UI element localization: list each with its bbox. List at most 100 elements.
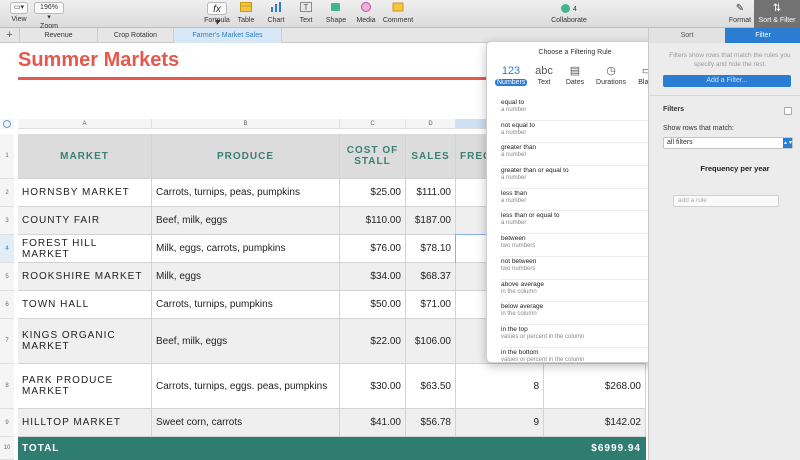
- cost-cell[interactable]: $41.00: [340, 409, 406, 437]
- cost-cell[interactable]: $22.00: [340, 319, 406, 364]
- sales-cell[interactable]: $56.78: [406, 409, 456, 437]
- produce-cell[interactable]: Carrots, turnips, pumpkins: [152, 291, 340, 319]
- column-header-b[interactable]: B: [152, 119, 340, 129]
- sales-cell[interactable]: $68.37: [406, 263, 456, 291]
- row-header[interactable]: 1: [0, 134, 14, 179]
- f-cell[interactable]: $142.02: [544, 409, 646, 437]
- match-select[interactable]: all filters ▲▼: [663, 137, 793, 149]
- tab-filter[interactable]: Filter: [725, 28, 800, 43]
- formula-button[interactable]: fx ▾ Formula: [204, 2, 230, 28]
- market-cell[interactable]: PARK PRODUCE MARKET: [18, 364, 152, 409]
- rule-option[interactable]: in the top values or percent in the colum…: [501, 325, 651, 348]
- row-header[interactable]: 5: [0, 263, 14, 291]
- filters-checkbox[interactable]: [784, 107, 792, 115]
- type-durations[interactable]: ◷ Durations: [593, 64, 629, 86]
- market-cell[interactable]: ROOKSHIRE MARKET: [18, 263, 152, 291]
- zoom-button[interactable]: 196% ▾ Zoom: [34, 2, 64, 30]
- rule-option[interactable]: less than or equal to a number: [501, 211, 651, 235]
- add-sheet-button[interactable]: +: [0, 28, 20, 43]
- frequency-cell[interactable]: 8: [456, 364, 544, 409]
- format-button[interactable]: ✎ Format: [726, 2, 754, 24]
- market-cell[interactable]: HILLTOP MARKET: [18, 409, 152, 437]
- row-header[interactable]: 6: [0, 291, 14, 319]
- rule-option[interactable]: greater than a number: [501, 143, 651, 167]
- chart-button[interactable]: Chart: [264, 2, 288, 24]
- rule-option[interactable]: equal to a number: [501, 98, 651, 121]
- market-cell[interactable]: TOWN HALL: [18, 291, 152, 319]
- media-button[interactable]: Media: [354, 2, 378, 24]
- row-header[interactable]: 7: [0, 319, 14, 364]
- comment-label: Comment: [382, 17, 414, 24]
- rule-option[interactable]: between two numbers: [501, 234, 651, 257]
- table-button[interactable]: Table: [234, 2, 258, 24]
- add-filter-button[interactable]: Add a Filter...: [663, 75, 791, 87]
- column-header-d[interactable]: D: [406, 119, 456, 129]
- type-dates[interactable]: ▤ Dates: [559, 64, 591, 86]
- market-cell[interactable]: FOREST HILL MARKET: [18, 235, 152, 263]
- rule-option[interactable]: not between two numbers: [501, 257, 651, 280]
- header-cell-cost[interactable]: COST OF STALL: [340, 134, 406, 179]
- rule-option[interactable]: below average in the column: [501, 302, 651, 325]
- cost-cell[interactable]: $34.00: [340, 263, 406, 291]
- column-header-c[interactable]: C: [340, 119, 406, 129]
- type-numbers[interactable]: 123 Numbers: [495, 64, 528, 86]
- shape-button[interactable]: Shape: [324, 2, 348, 24]
- view-button[interactable]: ▭▾ View: [8, 2, 30, 23]
- cost-cell[interactable]: $50.00: [340, 291, 406, 319]
- tab-revenue[interactable]: Revenue: [20, 28, 98, 43]
- row-header[interactable]: 3: [0, 207, 14, 235]
- header-cell-produce[interactable]: PRODUCE: [152, 134, 340, 179]
- cost-cell[interactable]: $30.00: [340, 364, 406, 409]
- sales-cell[interactable]: $106.00: [406, 319, 456, 364]
- rule-option[interactable]: in the bottom values or percent in the co…: [501, 348, 651, 363]
- cost-cell[interactable]: $25.00: [340, 179, 406, 207]
- market-cell[interactable]: COUNTY FAIR: [18, 207, 152, 235]
- row-header[interactable]: 8: [0, 364, 14, 409]
- tab-crop-rotation[interactable]: Crop Rotation: [98, 28, 174, 43]
- total-label[interactable]: TOTAL: [18, 437, 152, 460]
- rule-subtitle: a number: [501, 175, 527, 182]
- cost-cell[interactable]: $76.00: [340, 235, 406, 263]
- produce-cell[interactable]: Sweet corn, carrots: [152, 409, 340, 437]
- sales-cell[interactable]: $63.50: [406, 364, 456, 409]
- produce-cell[interactable]: Milk, eggs: [152, 263, 340, 291]
- f-cell[interactable]: $268.00: [544, 364, 646, 409]
- rule-option[interactable]: less than a number: [501, 189, 651, 212]
- sort-filter-button[interactable]: ⇅ Sort & Filter: [754, 0, 800, 28]
- row-header[interactable]: 4: [0, 235, 14, 263]
- text-button[interactable]: T Text: [294, 2, 318, 24]
- match-value: all filters: [667, 139, 693, 146]
- rule-option[interactable]: not equal to a number: [501, 121, 651, 144]
- total-value[interactable]: $6999.94: [544, 437, 646, 460]
- column-header-a[interactable]: A: [18, 119, 152, 129]
- comment-button[interactable]: Comment: [382, 2, 414, 24]
- collaborate-button[interactable]: 4 Collaborate: [548, 2, 590, 24]
- row-header[interactable]: 2: [0, 179, 14, 207]
- market-cell[interactable]: KINGS ORGANIC MARKET: [18, 319, 152, 364]
- produce-cell[interactable]: Carrots, turnips, peas, pumpkins: [152, 179, 340, 207]
- row-header[interactable]: 9: [0, 409, 14, 437]
- rule-subtitle: values or percent in the column: [501, 356, 585, 363]
- sales-cell[interactable]: $71.00: [406, 291, 456, 319]
- header-cell-market[interactable]: MARKET: [18, 134, 152, 179]
- produce-cell[interactable]: Milk, eggs, carrots, pumpkins: [152, 235, 340, 263]
- sales-cell[interactable]: $111.00: [406, 179, 456, 207]
- produce-cell[interactable]: Beef, milk, eggs: [152, 207, 340, 235]
- tab-sort[interactable]: Sort: [649, 28, 725, 43]
- tab-farmers-market-sales[interactable]: Farmer's Market Sales: [174, 28, 282, 43]
- frequency-cell[interactable]: 9: [456, 409, 544, 437]
- rule-option[interactable]: above average in the column: [501, 280, 651, 303]
- header-cell-sales[interactable]: SALES: [406, 134, 456, 179]
- rule-option[interactable]: greater than or equal to a number: [501, 166, 651, 189]
- produce-cell[interactable]: Carrots, turnips, eggs. peas, pumpkins: [152, 364, 340, 409]
- market-cell[interactable]: HORNSBY MARKET: [18, 179, 152, 207]
- table-select-handle[interactable]: [3, 120, 11, 128]
- row-header[interactable]: 10: [0, 437, 14, 460]
- cost-cell[interactable]: $110.00: [340, 207, 406, 235]
- add-rule-input[interactable]: add a rule: [673, 195, 779, 207]
- type-text[interactable]: abc Text: [528, 64, 560, 86]
- sheet-title[interactable]: Summer Markets: [18, 49, 179, 72]
- sales-cell[interactable]: $187.00: [406, 207, 456, 235]
- sales-cell[interactable]: $78.10: [406, 235, 456, 263]
- produce-cell[interactable]: Beef, milk, eggs: [152, 319, 340, 364]
